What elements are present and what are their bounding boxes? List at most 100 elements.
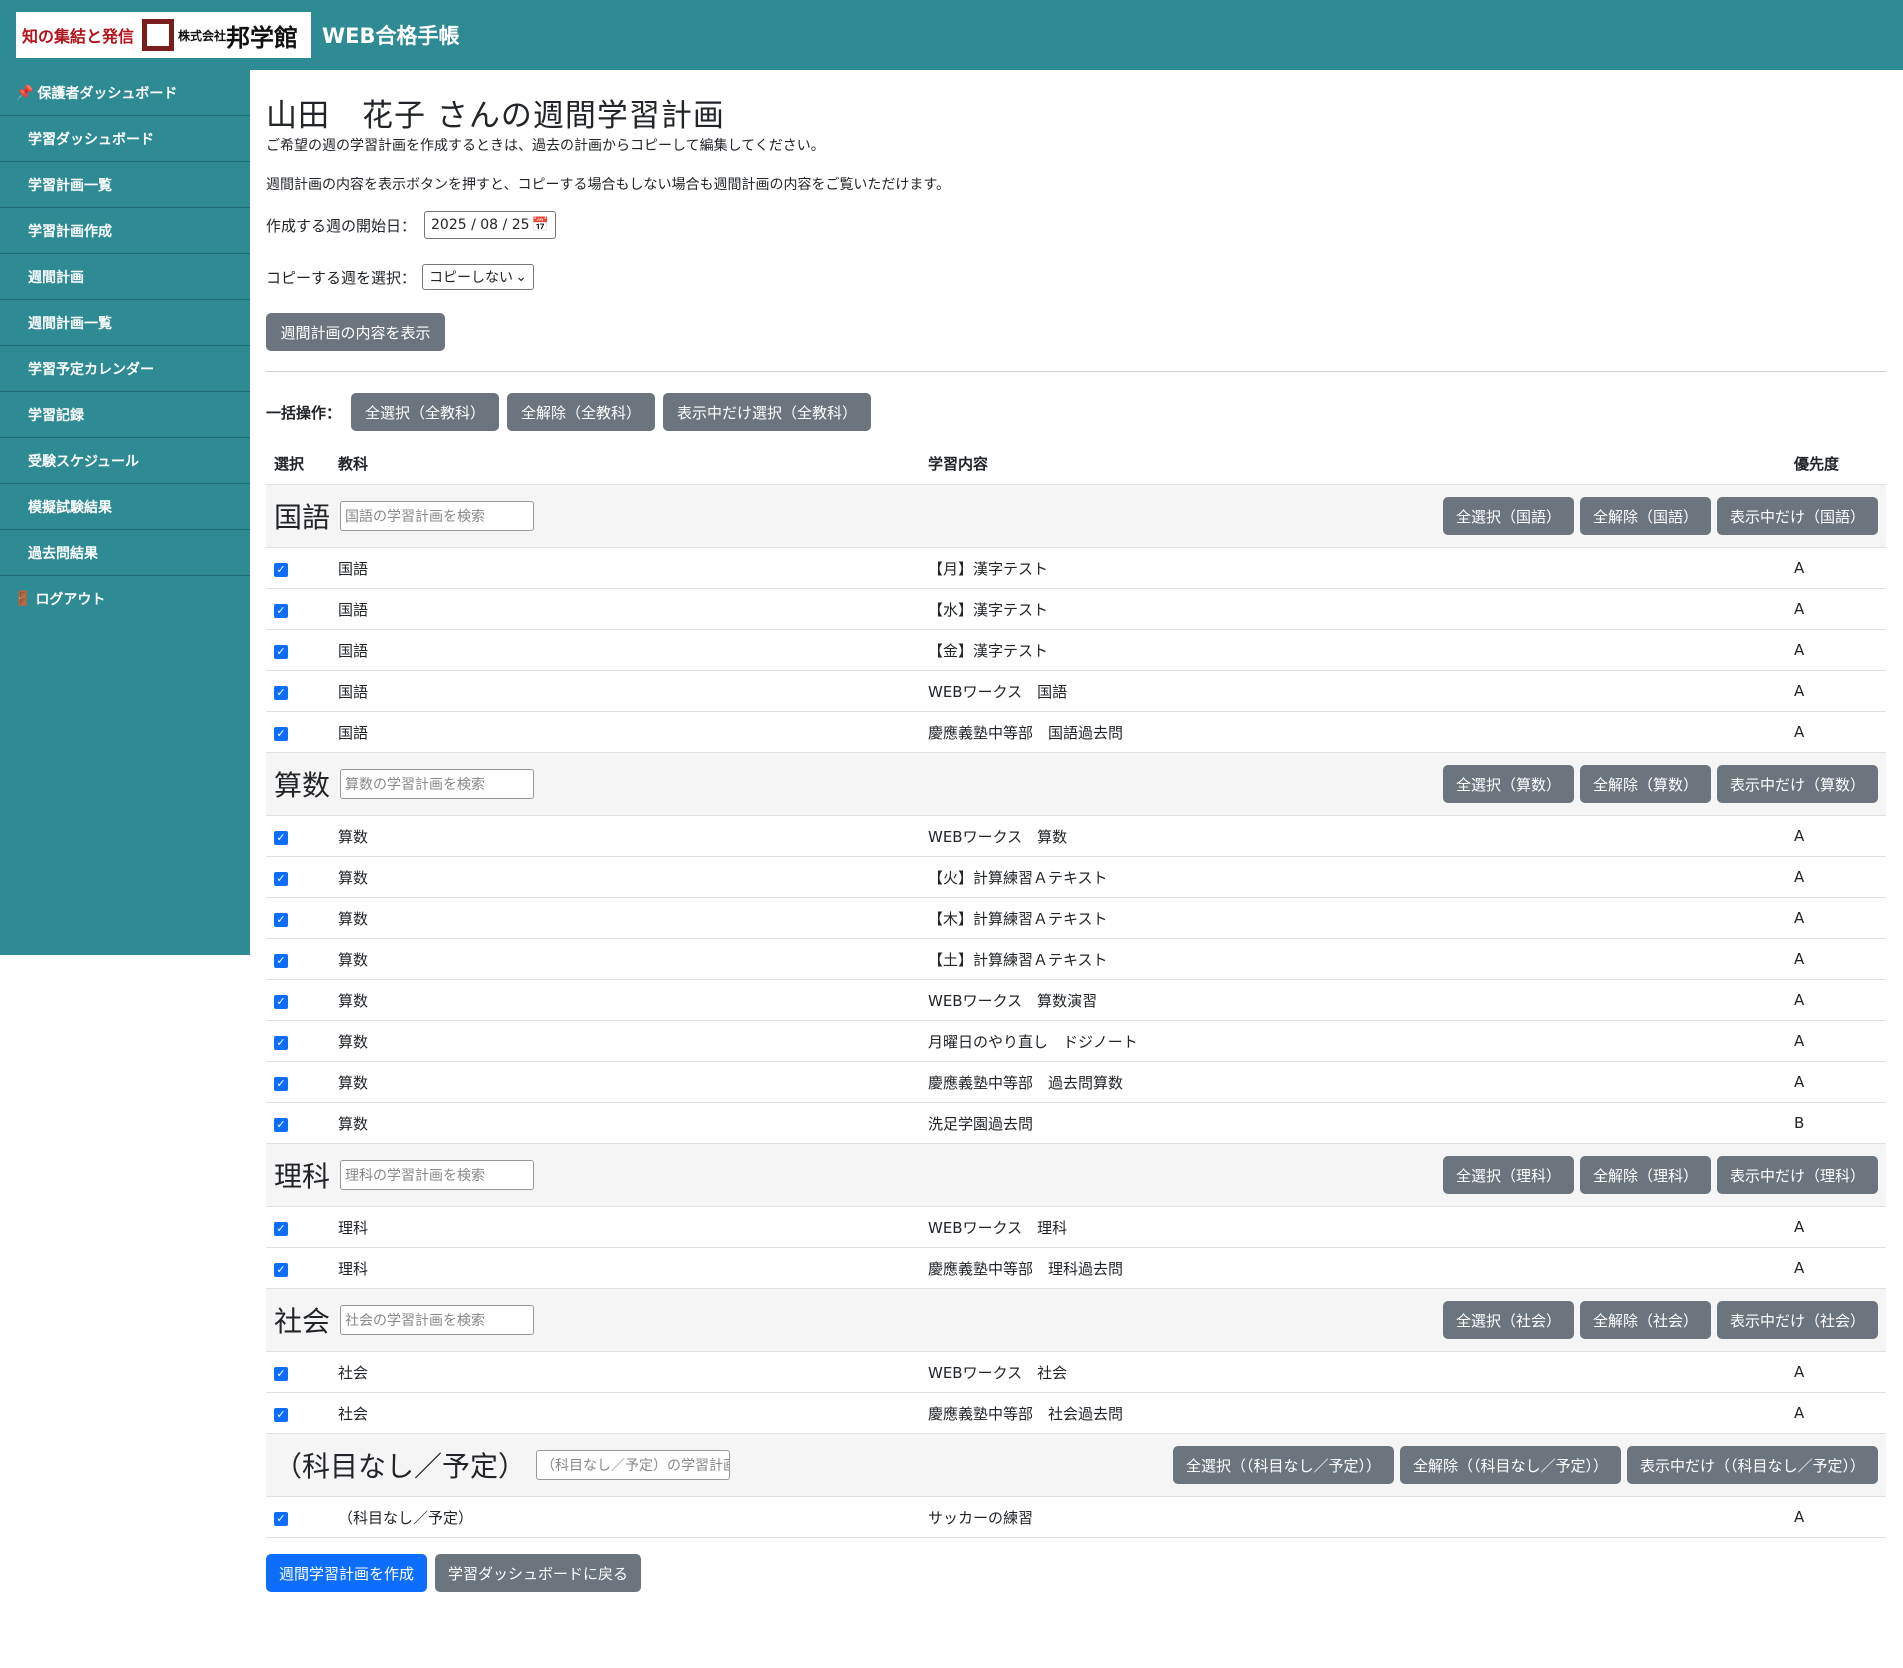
sidebar-item-label: 模擬試験結果 [28,499,112,516]
row-checkbox[interactable]: ✓ [274,1221,288,1236]
row-subject: 理科 [338,1218,369,1237]
row-checkbox[interactable]: ✓ [274,830,288,845]
row-checkbox[interactable]: ✓ [274,726,288,741]
subject-select-shown-button[interactable]: 表示中だけ（理科） [1716,1156,1878,1194]
table-row: ✓ 国語 【金】漢字テスト A [266,630,1886,671]
subject-group-header: （科目なし／予定） （科目なし／予定）の学習計画を検索 全選択（（科目なし／予定））… [266,1434,1886,1497]
row-checkbox[interactable]: ✓ [274,685,288,700]
row-subject: 算数 [338,950,369,969]
sidebar-item-weekly-plan[interactable]: 週間計画 [0,254,250,300]
row-checkbox[interactable]: ✓ [274,1117,288,1132]
bulk-actions: 一括操作： 全選択（全教科） 全解除（全教科） 表示中だけ選択（全教科） [266,393,1886,431]
header-priority: 優先度 [1794,455,1840,473]
search-placeholder: 理科の学習計画を検索 [345,1168,486,1184]
subject-clear-all-button[interactable]: 全解除（理科） [1579,1156,1711,1194]
search-placeholder: 算数の学習計画を検索 [345,777,486,793]
subject-search-input[interactable]: 理科の学習計画を検索 [340,1160,535,1190]
row-checkbox[interactable]: ✓ [274,1076,288,1091]
sidebar-item-label: 学習計画作成 [28,223,112,240]
calendar-icon[interactable]: 📅 [532,217,549,233]
sidebar-item-plan-list[interactable]: 学習計画一覧 [0,162,250,208]
row-checkbox[interactable]: ✓ [274,953,288,968]
row-content: 【水】漢字テスト [928,600,1049,619]
row-priority: A [1794,1508,1805,1526]
subject-select-all-button[interactable]: 全選択（算数） [1442,765,1574,803]
copy-week-select[interactable]: コピーしない ⌄ [422,264,535,290]
clear-all-subjects-button[interactable]: 全解除（全教科） [507,393,656,431]
select-shown-subjects-button[interactable]: 表示中だけ選択（全教科） [663,393,872,431]
subject-search-input[interactable]: 算数の学習計画を検索 [340,769,535,799]
subject-clear-all-button[interactable]: 全解除（国語） [1579,497,1711,535]
table-row: ✓ 国語 【水】漢字テスト A [266,589,1886,630]
show-plan-button[interactable]: 週間計画の内容を表示 [266,313,445,351]
start-date-input[interactable]: 2025 / 08 / 25 📅 [424,211,557,239]
sidebar-item-logout[interactable]: 🚪 ログアウト [0,576,250,622]
select-all-subjects-button[interactable]: 全選択（全教科） [351,393,500,431]
page-title: 山田 花子 さんの週間学習計画 [266,98,725,134]
subject-search-input[interactable]: 社会の学習計画を検索 [340,1305,535,1335]
sidebar-item-study-records[interactable]: 学習記録 [0,392,250,438]
subject-clear-all-button[interactable]: 全解除（算数） [1579,765,1711,803]
row-subject: 国語 [338,641,369,660]
row-content: WEBワークス 国語 [928,682,1068,701]
sidebar-item-study-dashboard[interactable]: 学習ダッシュボード [0,116,250,162]
subject-select-all-button[interactable]: 全選択（理科） [1442,1156,1574,1194]
row-checkbox[interactable]: ✓ [274,562,288,577]
row-checkbox[interactable]: ✓ [274,1035,288,1050]
row-checkbox[interactable]: ✓ [274,603,288,618]
row-priority: A [1794,682,1805,700]
sidebar-item-mock-results[interactable]: 模擬試験結果 [0,484,250,530]
table-row: ✓ 社会 WEBワークス 社会 A [266,1352,1886,1393]
app-title[interactable]: WEB合格手帳 [322,20,460,50]
row-checkbox[interactable]: ✓ [274,1366,288,1381]
description-1: ご希望の週の学習計画を作成するときは、過去の計画からコピーして編集してください。 [266,138,825,154]
sidebar-item-weekly-plan-list[interactable]: 週間計画一覧 [0,300,250,346]
row-priority: A [1794,559,1805,577]
row-subject: 国語 [338,559,369,578]
table-row: ✓ 理科 慶應義塾中等部 理科過去問 A [266,1248,1886,1289]
row-checkbox[interactable]: ✓ [274,1262,288,1277]
start-date-row: 作成する週の開始日： 2025 / 08 / 25 📅 [266,210,1886,240]
row-checkbox[interactable]: ✓ [274,644,288,659]
sidebar: 📌 保護者ダッシュボード 学習ダッシュボード 学習計画一覧 学習計画作成 週間計… [0,70,250,955]
subject-clear-all-button[interactable]: 全解除（社会） [1579,1301,1711,1339]
subject-group-actions: 全選択（（科目なし／予定）） 全解除（（科目なし／予定）） 表示中だけ（（科目なし／… [1167,1446,1878,1484]
row-priority: A [1794,641,1805,659]
company-logo[interactable]: 知の集結と発信 株式会社 邦学館 [16,12,311,58]
subject-search-input[interactable]: 国語の学習計画を検索 [340,501,535,531]
table-row: ✓ 国語 【月】漢字テスト A [266,548,1886,589]
search-placeholder: 社会の学習計画を検索 [345,1313,486,1329]
create-weekly-plan-button[interactable]: 週間学習計画を作成 [266,1554,428,1592]
row-checkbox[interactable]: ✓ [274,1407,288,1422]
subject-select-all-button[interactable]: 全選択（国語） [1442,497,1574,535]
row-checkbox[interactable]: ✓ [274,1511,288,1526]
row-checkbox[interactable]: ✓ [274,912,288,927]
sidebar-item-exam-schedule[interactable]: 受験スケジュール [0,438,250,484]
header-content: 学習内容 [928,455,989,473]
row-priority: B [1794,1114,1805,1132]
row-checkbox[interactable]: ✓ [274,994,288,1009]
subject-select-shown-button[interactable]: 表示中だけ（国語） [1716,497,1878,535]
sidebar-item-label: 保護者ダッシュボード [37,85,178,102]
subject-select-all-button[interactable]: 全選択（（科目なし／予定）） [1172,1446,1394,1484]
row-subject: 算数 [338,868,369,887]
subject-group-header: 国語 国語の学習計画を検索 全選択（国語） 全解除（国語） 表示中だけ（国語） [266,485,1886,548]
sidebar-item-calendar[interactable]: 学習予定カレンダー [0,346,250,392]
copy-week-row: コピーする週を選択： コピーしない ⌄ [266,263,1886,291]
subject-select-shown-button[interactable]: 表示中だけ（社会） [1716,1301,1878,1339]
row-priority: A [1794,1032,1805,1050]
subject-select-all-button[interactable]: 全選択（社会） [1442,1301,1574,1339]
back-to-dashboard-button[interactable]: 学習ダッシュボードに戻る [435,1554,642,1592]
table-row: ✓ （科目なし／予定） サッカーの練習 A [266,1497,1886,1538]
row-content: 【木】計算練習Ａテキスト [928,909,1108,928]
sidebar-item-past-exam-results[interactable]: 過去問結果 [0,530,250,576]
row-checkbox[interactable]: ✓ [274,871,288,886]
subject-clear-all-button[interactable]: 全解除（（科目なし／予定）） [1399,1446,1621,1484]
row-priority: A [1794,600,1805,618]
subject-select-shown-button[interactable]: 表示中だけ（算数） [1716,765,1878,803]
subject-search-input[interactable]: （科目なし／予定）の学習計画を検索 [536,1450,731,1480]
subject-select-shown-button[interactable]: 表示中だけ（（科目なし／予定）） [1626,1446,1878,1484]
sidebar-item-parent-dashboard[interactable]: 📌 保護者ダッシュボード [0,70,250,116]
row-subject: 国語 [338,682,369,701]
sidebar-item-plan-create[interactable]: 学習計画作成 [0,208,250,254]
